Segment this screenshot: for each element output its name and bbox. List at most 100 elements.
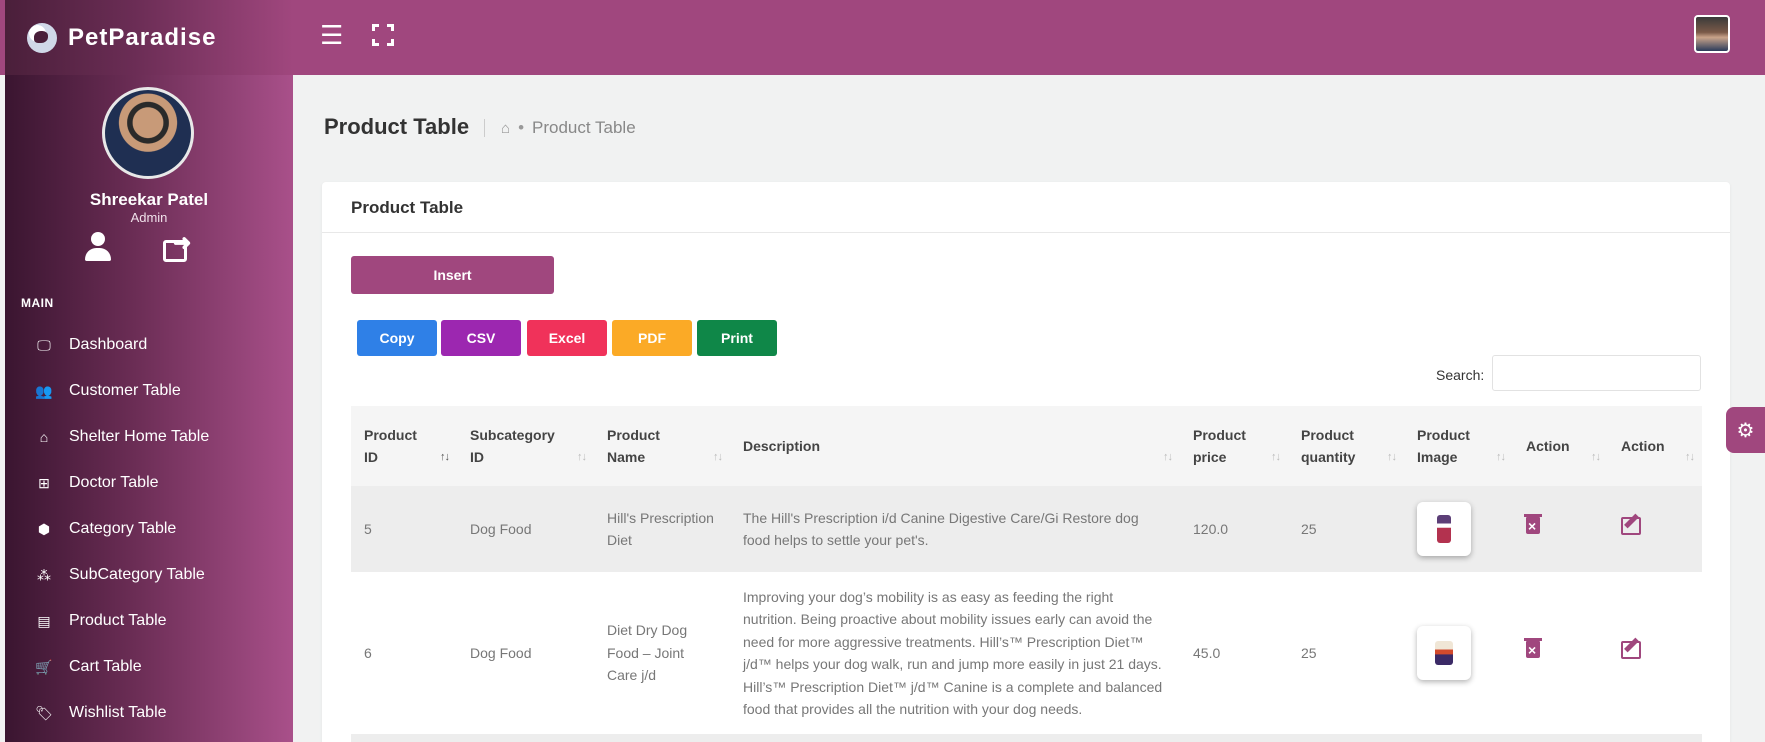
sidebar-item-dashboard[interactable]: 🖵 Dashboard bbox=[5, 325, 293, 365]
edit-icon[interactable] bbox=[1621, 640, 1641, 659]
csv-button[interactable]: CSV bbox=[441, 320, 521, 356]
cell-product-id: 5 bbox=[364, 520, 372, 537]
sidebar-item-label: Dashboard bbox=[69, 336, 148, 353]
copy-button[interactable]: Copy bbox=[357, 320, 437, 356]
column-header-description[interactable]: Description ↑↓ bbox=[730, 406, 1180, 486]
table-row bbox=[351, 734, 1702, 742]
sidebar-item-category-table[interactable]: ⬢ Category Table bbox=[5, 509, 293, 549]
sidebar-item-label: Shelter Home Table bbox=[69, 428, 210, 445]
column-header-product-image[interactable]: Product Image ↑↓ bbox=[1404, 406, 1513, 486]
sidebar-item-product-table[interactable]: ▤ Product Table bbox=[5, 601, 293, 641]
column-header-subcategory-id[interactable]: Subcategory ID ↑↓ bbox=[457, 406, 594, 486]
user-profile-icon[interactable] bbox=[83, 232, 113, 264]
cell-quantity: 25 bbox=[1301, 644, 1317, 661]
sidebar-item-label: Cart Table bbox=[69, 658, 142, 675]
cell-price: 120.0 bbox=[1193, 520, 1229, 537]
search-label: Search: bbox=[1436, 367, 1485, 383]
home-icon[interactable]: ⌂ bbox=[501, 120, 510, 137]
breadcrumb: ⌂ • Product Table bbox=[484, 118, 636, 138]
table-row: 6 Dog Food Diet Dry Dog Food – Joint Car… bbox=[351, 572, 1702, 734]
globe-logo-icon bbox=[27, 22, 57, 53]
sidebar-item-cart-table[interactable]: 🛒 Cart Table bbox=[5, 647, 293, 687]
product-table: Product ID ↑↓ Subcategory ID ↑↓ Product Name ↑… bbox=[351, 406, 1702, 742]
column-header-product-name[interactable]: Product Name ↑↓ bbox=[594, 406, 730, 486]
sidebar-item-shelter-home-table[interactable]: ⌂ Shelter Home Table bbox=[5, 417, 293, 457]
users-icon: 👥 bbox=[35, 382, 53, 399]
brand-name: PetParadise bbox=[68, 23, 217, 51]
sidebar-item-label: Category Table bbox=[69, 520, 177, 537]
column-header-product-quantity[interactable]: Product quantity ↑↓ bbox=[1288, 406, 1404, 486]
sidebar-item-customer-table[interactable]: 👥 Customer Table bbox=[5, 371, 293, 411]
sidebar-item-label: Doctor Table bbox=[69, 474, 159, 491]
cell-subcategory-id: Dog Food bbox=[470, 644, 532, 661]
sidebar-item-label: Product Table bbox=[69, 612, 167, 629]
sort-icon[interactable]: ↑↓ bbox=[1271, 446, 1281, 468]
sort-icon[interactable]: ↑↓ bbox=[440, 446, 450, 468]
medical-plus-icon: ⊞ bbox=[38, 474, 50, 491]
print-button[interactable]: Print bbox=[697, 320, 777, 356]
cell-product-image bbox=[1404, 572, 1513, 734]
cart-icon: 🛒 bbox=[35, 658, 53, 675]
sidebar: Shreekar Patel Admin ➜ MAIN 🖵 Dashboard … bbox=[5, 75, 293, 742]
cell-product-image bbox=[1404, 486, 1513, 572]
edit-icon[interactable] bbox=[1621, 516, 1641, 535]
product-image[interactable] bbox=[1417, 626, 1471, 680]
product-image[interactable] bbox=[1417, 502, 1471, 556]
sort-icon[interactable]: ↑↓ bbox=[1163, 446, 1173, 468]
profile-name: Shreekar Patel bbox=[89, 190, 209, 209]
sidebar-item-wishlist-table[interactable]: 🏷 Wishlist Table bbox=[5, 693, 293, 733]
tags-icon: 🏷 bbox=[35, 704, 53, 721]
archive-icon: ▤ bbox=[37, 612, 51, 629]
cell-description: The Hill's Prescription i/d Canine Diges… bbox=[743, 509, 1139, 549]
cell-product-id: 6 bbox=[364, 644, 372, 661]
user-avatar[interactable] bbox=[1694, 15, 1730, 53]
excel-button[interactable]: Excel bbox=[527, 320, 607, 356]
menu-section-title: MAIN bbox=[21, 296, 54, 310]
column-header-product-id[interactable]: Product ID ↑↓ bbox=[351, 406, 457, 486]
search-input[interactable] bbox=[1492, 355, 1701, 391]
table-header-row: Product ID ↑↓ Subcategory ID ↑↓ Product Name ↑… bbox=[351, 406, 1702, 486]
breadcrumb-divider bbox=[484, 119, 485, 137]
sidebar-item-label: Customer Table bbox=[69, 382, 181, 399]
logout-icon[interactable]: ➜ bbox=[163, 232, 197, 264]
sidebar-item-label: SubCategory Table bbox=[69, 566, 205, 583]
sidebar-item-subcategory-table[interactable]: ⁂ SubCategory Table bbox=[5, 555, 293, 595]
cell-delete-action bbox=[1513, 486, 1608, 572]
sidebar-item-label: Wishlist Table bbox=[69, 704, 167, 721]
sort-icon[interactable]: ↑↓ bbox=[1496, 446, 1506, 468]
cell-description: Improving your dog’s mobility is as easy… bbox=[743, 588, 1163, 718]
sidebar-item-doctor-table[interactable]: ⊞ Doctor Table bbox=[5, 463, 293, 503]
breadcrumb-separator: • bbox=[518, 118, 525, 137]
cell-product-name: Diet Dry Dog Food – Joint Care j/d bbox=[607, 622, 688, 684]
settings-gear-icon[interactable]: ⚙ bbox=[1726, 407, 1765, 453]
brand[interactable]: PetParadise bbox=[5, 0, 293, 75]
sort-icon[interactable]: ↑↓ bbox=[713, 446, 723, 468]
delete-icon[interactable] bbox=[1524, 514, 1542, 538]
cell-product-name: Hill's Prescription Diet bbox=[607, 509, 714, 549]
fullscreen-icon[interactable] bbox=[372, 24, 394, 46]
sort-icon[interactable]: ↑↓ bbox=[1591, 446, 1601, 468]
column-header-action-delete[interactable]: Action ↑↓ bbox=[1513, 406, 1608, 486]
column-header-action-edit[interactable]: Action ↑↓ bbox=[1608, 406, 1702, 486]
box-icon: ⬢ bbox=[37, 520, 51, 537]
monitor-icon: 🖵 bbox=[37, 336, 51, 353]
cell-delete-action bbox=[1513, 572, 1608, 734]
home-icon: ⌂ bbox=[39, 429, 49, 445]
product-table-card: Product Table Insert Copy CSV Excel PDF … bbox=[322, 182, 1730, 742]
sort-icon[interactable]: ↑↓ bbox=[1387, 446, 1397, 468]
column-header-product-price[interactable]: Product price ↑↓ bbox=[1180, 406, 1288, 486]
delete-icon[interactable] bbox=[1524, 638, 1542, 662]
cell-edit-action bbox=[1608, 572, 1702, 734]
card-title: Product Table bbox=[322, 182, 1730, 233]
insert-button[interactable]: Insert bbox=[351, 256, 554, 294]
sort-icon[interactable]: ↑↓ bbox=[577, 446, 587, 468]
profile-avatar bbox=[102, 87, 194, 179]
cell-edit-action bbox=[1608, 486, 1702, 572]
cubes-icon: ⁂ bbox=[37, 566, 51, 583]
sort-icon[interactable]: ↑↓ bbox=[1685, 446, 1695, 468]
hamburger-menu-icon[interactable]: ☰ bbox=[320, 20, 343, 50]
cell-quantity: 25 bbox=[1301, 520, 1317, 537]
pdf-button[interactable]: PDF bbox=[612, 320, 692, 356]
page-title: Product Table bbox=[324, 114, 470, 139]
table-row: 5 Dog Food Hill's Prescription Diet The … bbox=[351, 486, 1702, 572]
